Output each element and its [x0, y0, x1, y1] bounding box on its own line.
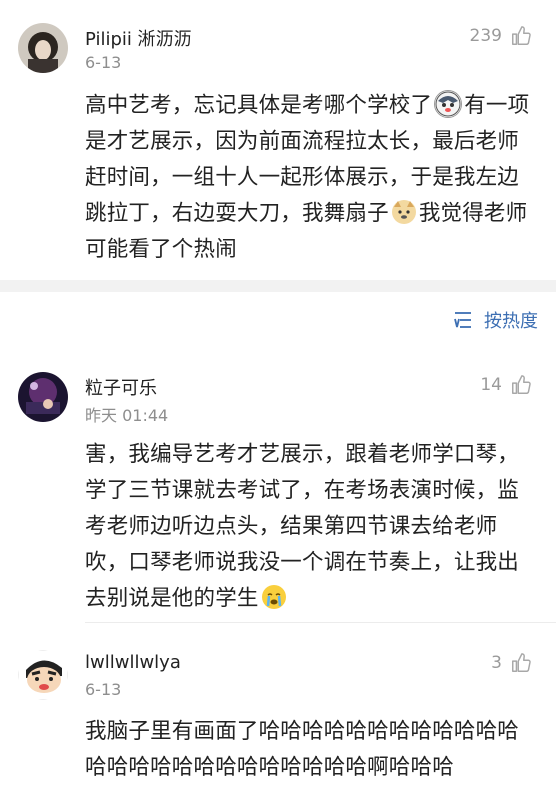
- comment-text-part: 害，我编导艺考才艺展示，跟着老师学口琴，学了三节课就去考试了，在考场表演时候，监…: [85, 442, 520, 611]
- comment-date: 昨天 01:44: [85, 406, 169, 425]
- comment-text-part: 我脑子里有画面了哈哈哈哈哈哈哈哈哈哈哈哈哈哈哈哈哈哈哈哈哈哈哈哈哈啊哈哈哈: [85, 719, 520, 780]
- thumbs-up-icon: [512, 26, 531, 45]
- comment-date: 6-13: [85, 680, 122, 699]
- like-count: 14: [480, 375, 502, 395]
- avatar[interactable]: [18, 23, 68, 73]
- avatar[interactable]: [18, 372, 68, 422]
- comment-text: 高中艺考，忘记具体是考哪个学校了 有一项是才艺展示，因为前面流程拉太长，最后老师…: [85, 88, 535, 268]
- avatar[interactable]: [18, 650, 68, 700]
- sort-lines-icon: [454, 312, 471, 328]
- comment-text: 害，我编导艺考才艺展示，跟着老师学口琴，学了三节课就去考试了，在考场表演时候，监…: [85, 437, 535, 617]
- comment-author[interactable]: 粒子可乐: [85, 374, 157, 400]
- avatar-night-scene-icon: [18, 372, 68, 422]
- section-separator: [0, 280, 556, 292]
- like-button[interactable]: 239: [470, 25, 532, 47]
- doge-face-icon: [391, 199, 417, 225]
- avatar-crayon-shinchan-icon: [18, 650, 68, 700]
- comment-author[interactable]: lwllwllwlya: [85, 652, 181, 673]
- like-count: 3: [491, 653, 502, 673]
- sort-label: 按热度: [484, 311, 538, 332]
- thumbs-up-icon: [512, 375, 531, 394]
- husky-face-icon: [434, 90, 463, 118]
- thumbs-up-icon: [512, 653, 531, 672]
- sort-button[interactable]: 按热度: [454, 307, 538, 333]
- like-button[interactable]: 14: [480, 374, 532, 396]
- like-count: 239: [469, 26, 502, 46]
- comment-text: 我脑子里有画面了哈哈哈哈哈哈哈哈哈哈哈哈哈哈哈哈哈哈哈哈哈哈哈哈哈啊哈哈哈: [85, 714, 535, 786]
- comment-text-part: 高中艺考，忘记具体是考哪个学校了: [85, 93, 433, 118]
- comment-date: 6-13: [85, 53, 122, 72]
- crying-face-icon: [261, 584, 287, 610]
- avatar-girl-dark-icon: [18, 23, 68, 73]
- divider: [85, 622, 556, 623]
- like-button[interactable]: 3: [491, 652, 532, 674]
- comment-author[interactable]: Pilipii 淅沥沥: [85, 25, 192, 51]
